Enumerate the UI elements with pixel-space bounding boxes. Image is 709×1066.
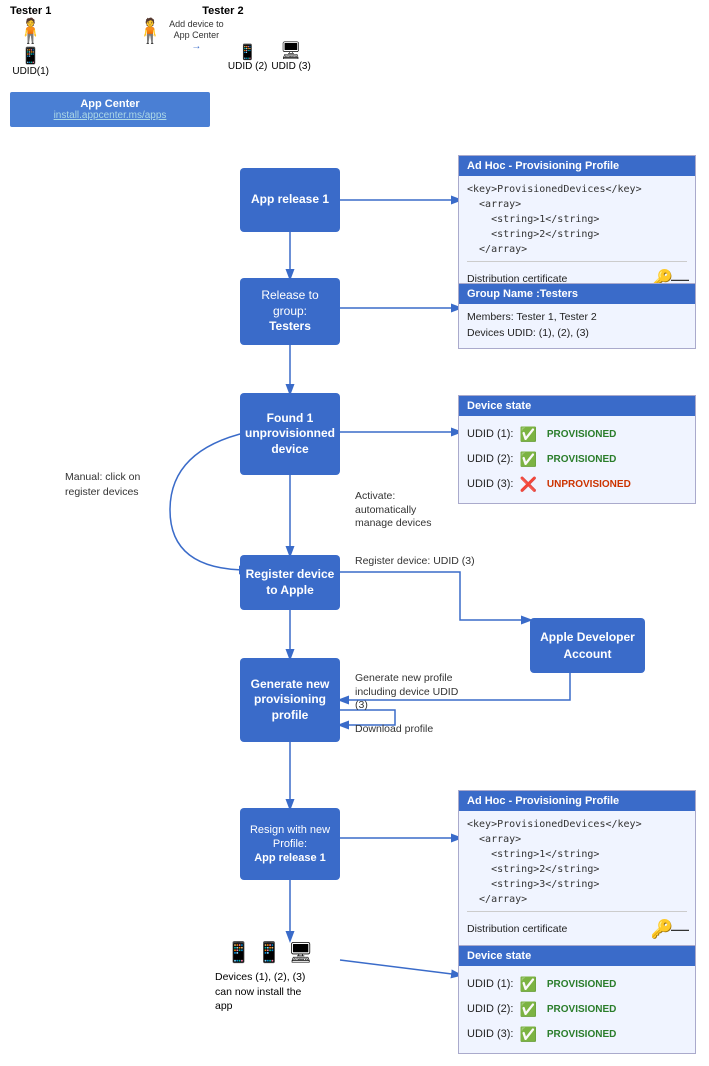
udid3-label: UDID (3): [467,476,513,493]
register-line2: to Apple [246,583,335,599]
phone-icon-2: 📱 [257,940,282,965]
device-state-1-header: Device state [459,396,695,416]
release-line2: group: [261,304,318,320]
app-center-title: App Center [80,98,139,110]
tester-1-person-icon: 🧍 [16,17,46,46]
gen-line2: provisioning [251,692,330,708]
tester-2-udid3: UDID (3) [271,61,310,72]
udid1-status: PROVISIONED [543,426,620,443]
tester-1-udid: UDID(1) [12,66,49,77]
activate-label: Activate:automaticallymanage devices [355,490,431,531]
found-line3: device [245,442,335,458]
provisioning-panel-1-header: Ad Hoc - Provisioning Profile [459,156,695,176]
udid1-status-2: PROVISIONED [543,976,620,993]
device-state-panel-2: Device state UDID (1): ✅ PROVISIONED UDI… [458,945,696,1054]
release-group-box: Release to group: Testers [240,278,340,345]
register-line1: Register device [246,567,335,583]
udid3-row-2: UDID (3): ✅ PROVISIONED [467,1022,687,1047]
device-state-panel-1: Device state UDID (1): ✅ PROVISIONED UDI… [458,395,696,504]
udid2-status-2: PROVISIONED [543,1001,620,1018]
tester-2-phone-icon: 📱 [238,43,257,61]
udid3-x-icon: ❌ [519,474,536,495]
tester-1-name: Tester 1 [10,5,51,17]
provisioning-panel-2-header: Ad Hoc - Provisioning Profile [459,791,695,811]
group-panel-header: Group Name :Testers [459,284,695,304]
udid2-check-icon: ✅ [519,449,536,470]
release-line1: Release to [261,288,318,304]
tester-1-label: Tester 1 🧍 📱 UDID(1) [10,5,51,77]
app-center-box: App Center install.appcenter.ms/apps [10,92,210,127]
provisioning-code-1: <key>ProvisionedDevices</key> <array> <s… [467,182,687,257]
udid3-label-2: UDID (3): [467,1026,513,1043]
provisioning-code-2: <key>ProvisionedDevices</key> <array> <s… [467,817,687,907]
manual-label: Manual: click onregister devices [65,470,140,499]
group-devices: Devices UDID: (1), (2), (3) [467,326,687,342]
gen-line1: Generate new [251,677,330,693]
tester-2-monitor-icon: 🖥 [280,41,302,61]
register-device-box: Register device to Apple [240,555,340,610]
devices-label-text: Devices (1), (2), (3)can now install the… [215,971,305,1012]
apple-dev-line1: Apple Developer [540,629,635,646]
cert-label-2: Distribution certificate [467,922,567,938]
found-device-box: Found 1 unprovisionned device [240,393,340,475]
generate-profile-box: Generate new provisioning profile [240,658,340,742]
udid2-row-2: UDID (2): ✅ PROVISIONED [467,997,687,1022]
resign-box: Resign with new Profile: App release 1 [240,808,340,880]
udid1-check-icon: ✅ [519,424,536,445]
udid2-label: UDID (2): [467,451,513,468]
device-state-2-header: Device state [459,946,695,966]
found-line1: Found 1 [245,411,335,427]
udid2-label-2: UDID (2): [467,1001,513,1018]
arrow-right-icon: → [191,41,201,52]
tester-2-group: Tester 2 🧍 Add device to App Center → 📱 … [135,5,311,72]
resign-line2: Profile: [250,837,330,851]
tester-2-name: Tester 2 [202,5,243,17]
group-panel: Group Name :Testers Members: Tester 1, T… [458,283,696,349]
tester-2-person-icon: 🧍 [135,17,165,46]
udid1-row-2: UDID (1): ✅ PROVISIONED [467,972,687,997]
udid2-row: UDID (2): ✅ PROVISIONED [467,447,687,472]
app-center-link[interactable]: install.appcenter.ms/apps [22,110,198,121]
udid3-row: UDID (3): ❌ UNPROVISIONED [467,472,687,497]
add-device-label: Add device to App Center [169,19,224,41]
device-icons: 📱 📱 🖥 [226,940,313,965]
group-members: Members: Tester 1, Tester 2 [467,310,687,326]
tester-1-phone-icon: 📱 [21,46,41,66]
phone-icon-1: 📱 [226,940,251,965]
udid3-status: UNPROVISIONED [543,476,635,493]
release-line3: Testers [261,319,318,335]
apple-dev-box: Apple Developer Account [530,618,645,673]
apple-dev-line2: Account [540,646,635,663]
devices-install-label: Devices (1), (2), (3)can now install the… [215,970,305,1014]
provisioning-panel-1: Ad Hoc - Provisioning Profile <key>Provi… [458,155,696,300]
register-device-label: Register device: UDID (3) [355,555,475,567]
app-release-box: App release 1 [240,168,340,232]
generate-profile-label: Generate new profileincluding device UDI… [355,672,465,713]
app-release-label: App release 1 [251,192,329,208]
resign-line1: Resign with new [250,823,330,837]
key-icon-2: 🔑— [651,916,687,943]
udid1-label-2: UDID (1): [467,976,513,993]
udid2-status: PROVISIONED [543,451,620,468]
tester-2-udid2: UDID (2) [228,61,267,72]
resign-line3: App release 1 [250,851,330,865]
udid1-label: UDID (1): [467,426,513,443]
udid3-check-icon-2: ✅ [519,1024,536,1045]
udid2-check-icon-2: ✅ [519,999,536,1020]
udid3-status-2: PROVISIONED [543,1026,620,1043]
found-line2: unprovisionned [245,426,335,442]
provisioning-panel-2: Ad Hoc - Provisioning Profile <key>Provi… [458,790,696,950]
udid1-check-icon-2: ✅ [519,974,536,995]
gen-line3: profile [251,708,330,724]
download-profile-label: Download profile [355,723,433,735]
diagram-container: Tester 1 🧍 📱 UDID(1) Tester 2 🧍 Add devi… [0,0,709,1066]
monitor-icon: 🖥 [288,940,313,965]
udid1-row: UDID (1): ✅ PROVISIONED [467,422,687,447]
